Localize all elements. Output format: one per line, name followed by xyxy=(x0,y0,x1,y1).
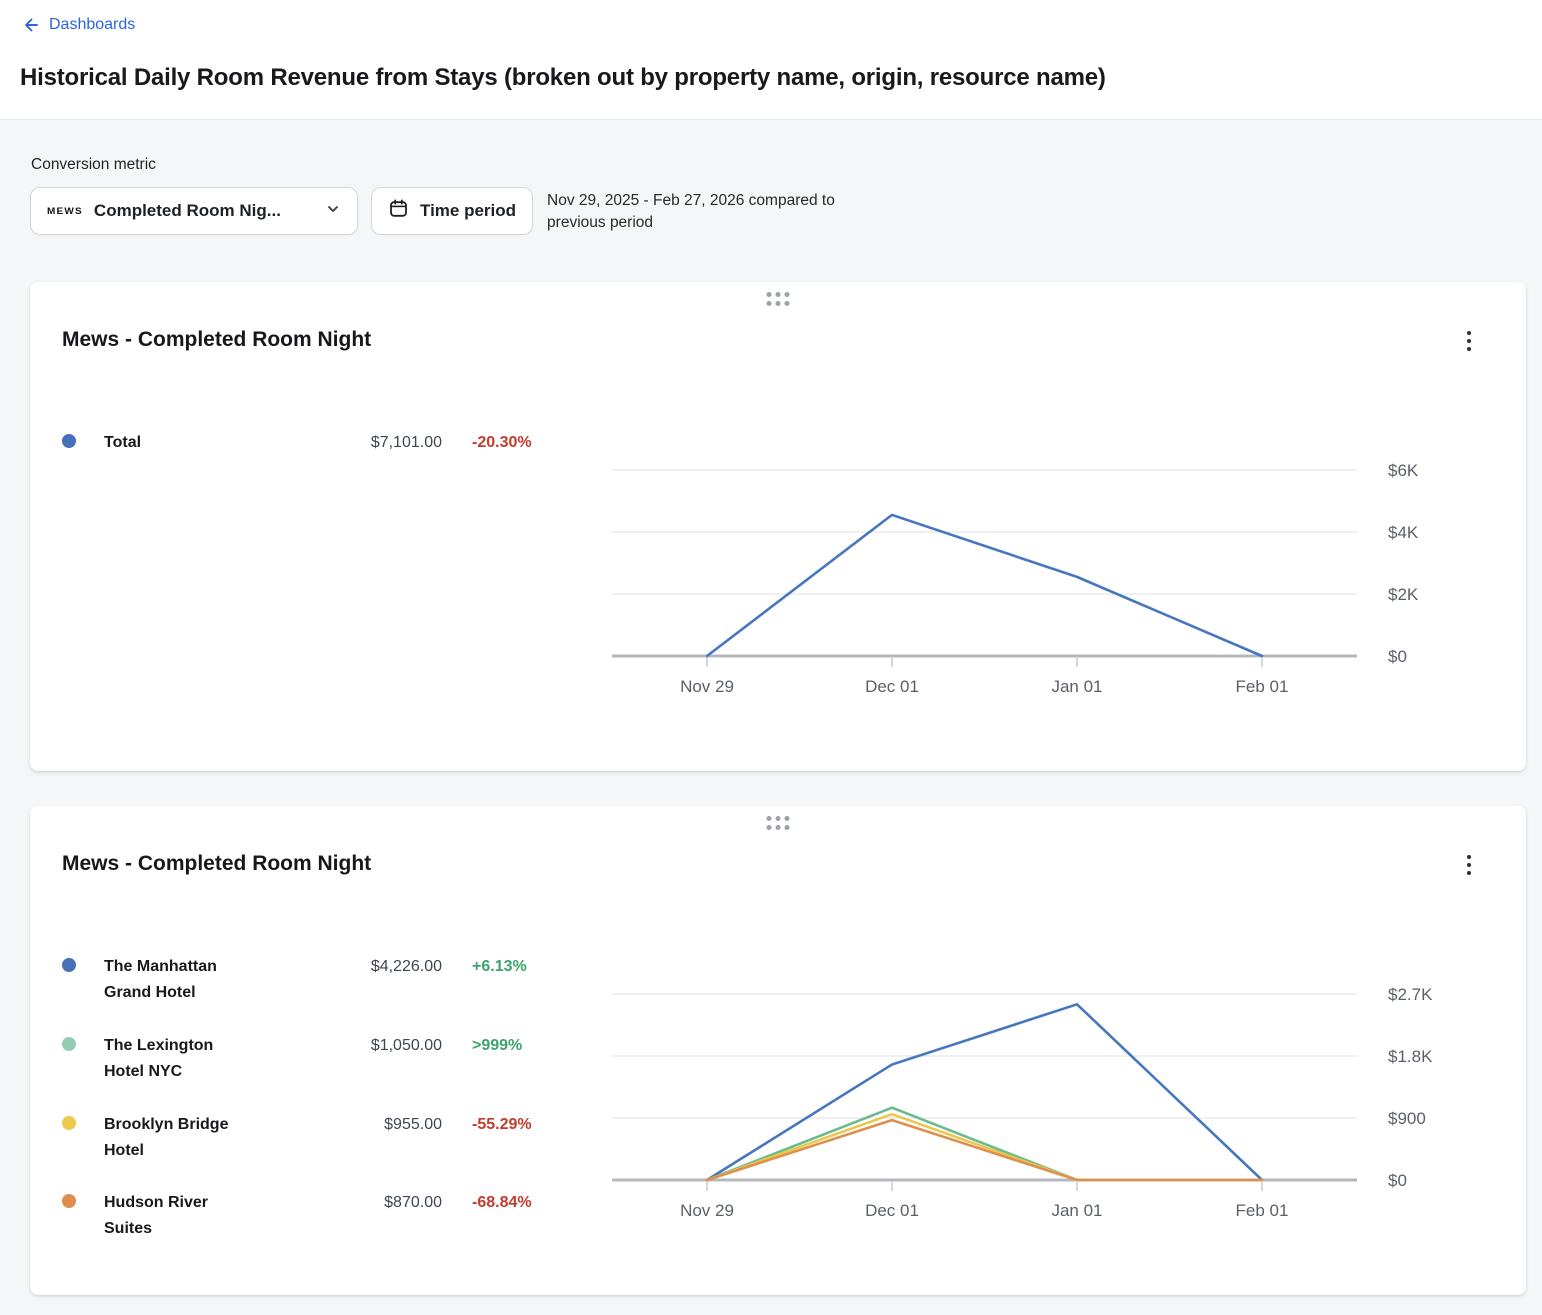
x-axis-label: Jan 01 xyxy=(1051,677,1102,696)
y-axis-label: $6K xyxy=(1388,461,1419,480)
series-value: $1,050.00 xyxy=(252,1033,442,1059)
legend-item[interactable]: Total$7,101.00 -20.30% xyxy=(62,430,612,456)
chart-area[interactable]: $2.7K $1.8K $900 $0 Nov 29 Dec 01 Jan 01 Feb 01 xyxy=(612,944,1494,1242)
series-value: $4,226.00 xyxy=(252,954,442,980)
page-header: Dashboards Historical Daily Room Revenue… xyxy=(0,0,1542,120)
time-period-label: Time period xyxy=(420,201,516,221)
chart-area[interactable]: $6K $4K $2K $0 Nov 29 Dec 01 Jan 01 Feb 01 xyxy=(612,420,1494,712)
drag-handle-dots-icon[interactable] xyxy=(764,289,793,309)
series-change: -20.30% xyxy=(472,430,612,456)
filter-controls: MEWS Completed Room Nig... Time period N… xyxy=(30,187,1526,235)
chevron-down-icon xyxy=(325,201,341,222)
legend-item[interactable]: The Manhattan Grand Hotel$4,226.00 +6.13% xyxy=(62,954,612,1006)
series-change: +6.13% xyxy=(472,954,612,980)
chart-legend: The Manhattan Grand Hotel$4,226.00 +6.13%… xyxy=(62,944,612,1242)
series-line-total xyxy=(707,515,1262,656)
series-name: The Lexington Hotel NYC xyxy=(104,1033,252,1085)
series-value: $870.00 xyxy=(252,1190,442,1216)
y-axis-label: $0 xyxy=(1388,647,1407,666)
conversion-metric-value: Completed Room Nig... xyxy=(94,201,281,221)
y-axis-label: $1.8K xyxy=(1388,1047,1433,1066)
calendar-icon xyxy=(388,198,409,224)
arrow-left-icon xyxy=(20,15,40,35)
dashboard-body: Conversion metric MEWS Completed Room Ni… xyxy=(0,120,1542,1315)
kebab-menu-icon[interactable] xyxy=(1462,326,1476,356)
legend-item[interactable]: Hudson River Suites$870.00 -68.84% xyxy=(62,1190,612,1242)
x-axis-label: Dec 01 xyxy=(865,677,919,696)
chart-legend: Total$7,101.00 -20.30% xyxy=(62,420,612,712)
series-name: Brooklyn Bridge Hotel xyxy=(104,1112,252,1164)
series-color-dot xyxy=(62,958,76,972)
line-chart: $2.7K $1.8K $900 $0 Nov 29 Dec 01 Jan 01 Feb 01 xyxy=(612,944,1494,1236)
y-axis-label: $900 xyxy=(1388,1109,1426,1128)
x-axis-label: Nov 29 xyxy=(680,1201,734,1220)
series-name: The Manhattan Grand Hotel xyxy=(104,954,252,1006)
legend-item[interactable]: The Lexington Hotel NYC$1,050.00 >999% xyxy=(62,1033,612,1085)
series-color-dot xyxy=(62,1194,76,1208)
chart-card-total: Mews - Completed Room Night Total$7,101.… xyxy=(30,282,1526,771)
series-value: $955.00 xyxy=(252,1112,442,1138)
chart-card-by-property: Mews - Completed Room Night The Manhatta… xyxy=(30,806,1526,1295)
series-color-dot xyxy=(62,434,76,448)
conversion-metric-select[interactable]: MEWS Completed Room Nig... xyxy=(30,187,358,235)
card-body: The Manhattan Grand Hotel$4,226.00 +6.13%… xyxy=(62,944,1494,1242)
drag-handle-dots-icon[interactable] xyxy=(764,813,793,833)
series-value: $7,101.00 xyxy=(252,430,442,456)
series-change: -55.29% xyxy=(472,1112,612,1138)
x-axis-label: Dec 01 xyxy=(865,1201,919,1220)
series-name: Total xyxy=(104,430,252,456)
y-axis-label: $4K xyxy=(1388,523,1419,542)
series-name: Hudson River Suites xyxy=(104,1190,252,1242)
series-change: >999% xyxy=(472,1033,612,1059)
line-chart: $6K $4K $2K $0 Nov 29 Dec 01 Jan 01 Feb 01 xyxy=(612,420,1494,712)
series-color-dot xyxy=(62,1037,76,1051)
mews-logo: MEWS xyxy=(47,206,83,216)
x-axis-label: Jan 01 xyxy=(1051,1201,1102,1220)
card-body: Total$7,101.00 -20.30% $6K $4K $2K $0 Nov 29 D… xyxy=(62,420,1494,712)
page-title: Historical Daily Room Revenue from Stays… xyxy=(20,64,1522,92)
legend-item[interactable]: Brooklyn Bridge Hotel$955.00 -55.29% xyxy=(62,1112,612,1164)
conversion-metric-label: Conversion metric xyxy=(31,156,1526,174)
x-axis-label: Nov 29 xyxy=(680,677,734,696)
y-axis-label: $0 xyxy=(1388,1171,1407,1190)
kebab-menu-icon[interactable] xyxy=(1462,850,1476,880)
time-period-button[interactable]: Time period xyxy=(371,187,533,235)
back-link-label: Dashboards xyxy=(49,16,135,34)
period-summary: Nov 29, 2025 - Feb 27, 2026 compared to … xyxy=(547,187,882,235)
back-link[interactable]: Dashboards xyxy=(20,15,135,35)
x-axis-label: Feb 01 xyxy=(1236,1201,1289,1220)
y-axis-label: $2.7K xyxy=(1388,985,1433,1004)
series-color-dot xyxy=(62,1116,76,1130)
series-change: -68.84% xyxy=(472,1190,612,1216)
y-axis-label: $2K xyxy=(1388,585,1419,604)
x-axis-label: Feb 01 xyxy=(1236,677,1289,696)
